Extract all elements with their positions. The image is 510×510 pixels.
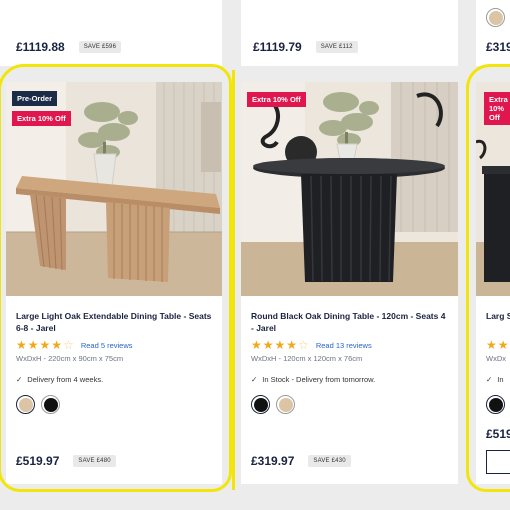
color-swatches xyxy=(251,395,295,414)
price: £1119.88 xyxy=(16,40,65,54)
highlight-outline-card-3 xyxy=(466,64,510,492)
star-icon: ★ xyxy=(262,338,274,352)
product-card-top-2[interactable]: £1119.79 SAVE £112 xyxy=(241,0,458,66)
check-icon: ✓ xyxy=(251,375,258,384)
star-rating: ★ ★ ★ ★ ☆ Read 13 reviews xyxy=(251,339,372,351)
reviews-link[interactable]: Read 13 reviews xyxy=(316,341,372,350)
save-badge: SAVE £112 xyxy=(315,41,358,53)
delivery-text: In Stock - Delivery from tomorrow. xyxy=(262,375,376,384)
swatch-black[interactable] xyxy=(251,395,270,414)
price: £319.97 xyxy=(251,454,295,468)
save-badge: SAVE £596 xyxy=(78,41,122,53)
highlight-outline-card-2 xyxy=(232,70,236,490)
oak-dot xyxy=(278,397,293,412)
star-icon: ★ xyxy=(274,338,286,352)
promo-badge: Extra 10% Off xyxy=(247,92,306,107)
price: £319 xyxy=(486,40,510,54)
price-row: £319.97 SAVE £430 xyxy=(251,454,351,468)
save-badge: SAVE £430 xyxy=(308,455,351,467)
oak-dot xyxy=(488,10,503,25)
price-row: £1119.79 SAVE £112 xyxy=(253,40,358,54)
product-image[interactable]: Extra 10% Off xyxy=(241,82,458,296)
price-row: £1119.88 SAVE £596 xyxy=(16,40,122,54)
product-card-round-black-table[interactable]: Extra 10% Off Round Black Oak Dining Tab… xyxy=(241,82,458,484)
product-title[interactable]: Round Black Oak Dining Table - 120cm - S… xyxy=(251,310,448,334)
black-dot xyxy=(253,397,268,412)
delivery-info: ✓ In Stock - Delivery from tomorrow. xyxy=(251,375,375,384)
table-photo xyxy=(241,82,458,296)
star-empty-icon: ☆ xyxy=(298,338,309,352)
highlight-outline-card-1 xyxy=(0,64,232,492)
product-card-top-3[interactable]: £319 xyxy=(476,0,510,66)
star-icon: ★ xyxy=(286,338,298,352)
price: £1119.79 xyxy=(253,40,302,54)
star-icon: ★ xyxy=(251,338,262,352)
swatch-oak[interactable] xyxy=(276,395,295,414)
product-card-top-1[interactable]: £1119.88 SAVE £596 xyxy=(0,0,222,66)
swatch-oak[interactable] xyxy=(486,8,505,27)
dimensions: WxDxH - 120cm x 120cm x 76cm xyxy=(251,354,363,363)
